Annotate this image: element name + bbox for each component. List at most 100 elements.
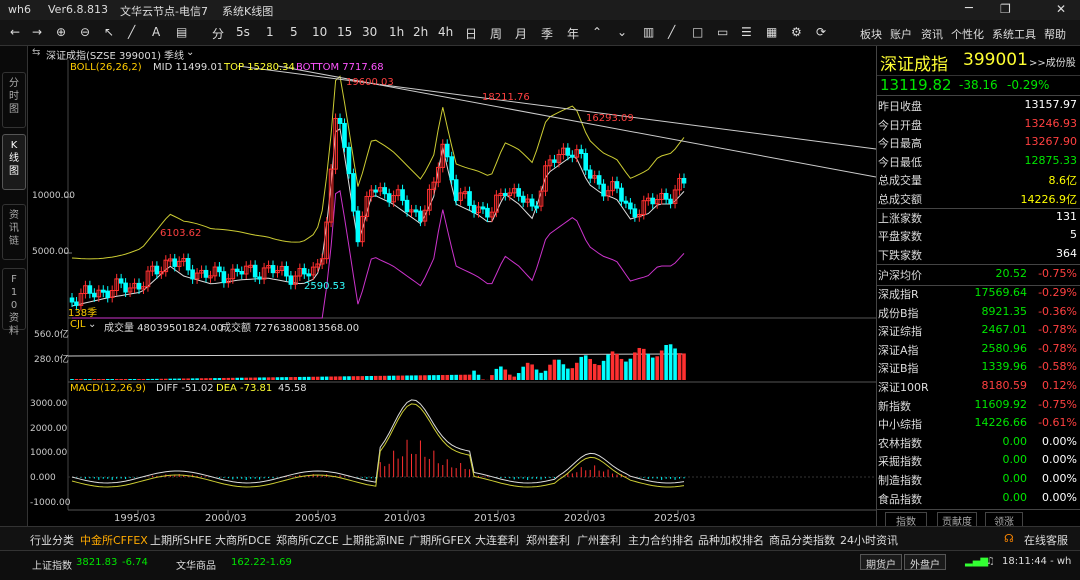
index-row[interactable]: 制造指数 0.00 0.00% bbox=[877, 470, 1080, 488]
draw-line-icon[interactable]: ╱ bbox=[128, 25, 135, 39]
menu-system-tools[interactable]: 系统工具 bbox=[992, 26, 1036, 42]
index-row[interactable]: 成份B指 8921.35 -0.36% bbox=[877, 303, 1080, 321]
menu-account[interactable]: 账户 bbox=[890, 26, 912, 42]
volume-bar bbox=[664, 344, 668, 380]
line-chart-icon[interactable]: ╱ bbox=[668, 25, 675, 39]
index-row-pct: -0.29% bbox=[1038, 286, 1077, 299]
kline-chart-svg[interactable] bbox=[28, 46, 877, 526]
minimize-icon[interactable]: ─ bbox=[965, 1, 973, 16]
list-icon[interactable]: ☰ bbox=[741, 25, 752, 39]
tab-shfe[interactable]: 上期所SHFE bbox=[150, 532, 212, 548]
bell-icon[interactable]: ♫ bbox=[986, 556, 995, 567]
restore-icon[interactable]: ❐ bbox=[1000, 2, 1011, 16]
futures-account-button[interactable]: 期货户 bbox=[860, 554, 902, 571]
tab-weighted-rank[interactable]: 品种加权排名 bbox=[698, 532, 764, 548]
period-1-button[interactable]: 1 bbox=[266, 25, 274, 39]
index-row-pct: -0.78% bbox=[1038, 341, 1077, 355]
tab-guangzhou-arb[interactable]: 广州套利 bbox=[577, 532, 621, 548]
foreign-account-button[interactable]: 外盘户 bbox=[904, 554, 946, 571]
tab-main-contract-rank[interactable]: 主力合约排名 bbox=[628, 532, 694, 548]
period-5-button[interactable]: 5 bbox=[290, 25, 298, 39]
volume-bar bbox=[641, 348, 646, 380]
tab-news-chain[interactable]: 资讯链 bbox=[2, 204, 26, 260]
chart-area[interactable]: ⇆ 深证成指(SZSE 399001) 季线 ⌄ BOLL(26,26,2) M… bbox=[28, 46, 877, 526]
period-quarter-button[interactable]: 季 bbox=[541, 25, 553, 42]
index-row[interactable]: 深证A指 2580.96 -0.78% bbox=[877, 340, 1080, 358]
tab-cffex[interactable]: 中金所CFFEX bbox=[80, 532, 148, 548]
index-row[interactable]: 沪深均价 20.52 -0.75% bbox=[877, 265, 1080, 283]
text-tool-icon[interactable]: A bbox=[152, 25, 160, 39]
index-row[interactable]: 中小综指 14226.66 -0.61% bbox=[877, 414, 1080, 432]
index-row[interactable]: 采掘指数 0.00 0.00% bbox=[877, 451, 1080, 469]
tab-timeshare[interactable]: 分时图 bbox=[2, 72, 26, 128]
zoom-in-icon[interactable]: ⊕ bbox=[56, 25, 66, 39]
back-icon[interactable]: ← bbox=[10, 25, 20, 39]
chevron-down-icon[interactable]: ⌄ bbox=[617, 25, 627, 39]
zoom-out-icon[interactable]: ⊖ bbox=[80, 25, 90, 39]
constituents-link[interactable]: >>成份股 bbox=[1029, 54, 1076, 69]
chevron-up-icon[interactable]: ⌃ bbox=[592, 25, 602, 39]
period-30-button[interactable]: 30 bbox=[362, 25, 377, 39]
period-15-button[interactable]: 15 bbox=[337, 25, 352, 39]
menu-news[interactable]: 资讯 bbox=[921, 26, 943, 42]
tab-gfex[interactable]: 广期所GFEX bbox=[409, 532, 471, 548]
vol-dropdown-icon[interactable]: ⌄ bbox=[88, 319, 96, 330]
volume-bar bbox=[333, 376, 338, 380]
headset-icon[interactable]: ☊ bbox=[1004, 532, 1014, 545]
period-day-button[interactable]: 日 bbox=[465, 25, 477, 42]
menu-personalize[interactable]: 个性化 bbox=[951, 26, 984, 42]
rectangle-icon[interactable]: □ bbox=[692, 25, 703, 39]
refresh-icon[interactable]: ⟳ bbox=[816, 25, 826, 39]
layout-icon[interactable]: ▭ bbox=[717, 25, 728, 39]
stats-icon[interactable]: ▤ bbox=[176, 25, 187, 39]
period-10-button[interactable]: 10 bbox=[312, 25, 327, 39]
tab-24h-news[interactable]: 24小时资讯 bbox=[840, 532, 898, 548]
cursor-icon[interactable]: ↖ bbox=[104, 25, 114, 39]
index-row[interactable]: 深证100R 8180.59 0.12% bbox=[877, 377, 1080, 395]
chart-period[interactable]: 季线 bbox=[164, 47, 184, 62]
tick-period-button[interactable]: 分 bbox=[212, 25, 224, 42]
candlestick-icon[interactable]: ▥ bbox=[643, 25, 654, 39]
online-service-button[interactable]: 在线客服 bbox=[1024, 532, 1068, 548]
period-week-button[interactable]: 周 bbox=[490, 25, 502, 42]
tab-zhengzhou-arb[interactable]: 郑州套利 bbox=[526, 532, 570, 548]
period-month-button[interactable]: 月 bbox=[515, 25, 527, 42]
chart-instrument-arrow-icon[interactable]: ⇆ bbox=[32, 47, 40, 58]
forward-icon[interactable]: → bbox=[32, 25, 42, 39]
volume-bar bbox=[668, 344, 673, 380]
boll-name[interactable]: BOLL(26,26,2) bbox=[70, 62, 142, 73]
period-2h-button[interactable]: 2h bbox=[413, 25, 428, 39]
tab-kline[interactable]: K线图 bbox=[2, 134, 26, 190]
period-4h-button[interactable]: 4h bbox=[438, 25, 453, 39]
settings-icon[interactable]: ⚙ bbox=[791, 25, 802, 39]
period-year-button[interactable]: 年 bbox=[567, 25, 579, 42]
index-row[interactable]: 深证B指 1339.96 -0.58% bbox=[877, 358, 1080, 376]
tab-dalian-arb[interactable]: 大连套利 bbox=[475, 532, 519, 548]
menu-sector[interactable]: 板块 bbox=[860, 26, 882, 42]
index-row[interactable]: 农林指数 0.00 0.00% bbox=[877, 433, 1080, 451]
tab-commodity-index[interactable]: 商品分类指数 bbox=[769, 532, 835, 548]
chart-period-dropdown-icon[interactable]: ⌄ bbox=[186, 47, 194, 58]
period-5s-button[interactable]: 5s bbox=[236, 25, 250, 39]
volume-bar bbox=[463, 374, 467, 380]
tab-czce[interactable]: 郑商所CZCE bbox=[276, 532, 339, 548]
chart-instrument[interactable]: 深证成指(SZSE 399001) bbox=[46, 47, 161, 62]
quote-panel: 深证成指 399001 >>成份股 13119.82 -38.16 -0.29%… bbox=[876, 46, 1080, 529]
period-1h-button[interactable]: 1h bbox=[389, 25, 404, 39]
tab-f10[interactable]: F10资料 bbox=[2, 268, 26, 337]
volume-bar bbox=[427, 375, 432, 380]
tab-industry[interactable]: 行业分类 bbox=[30, 532, 74, 548]
index-row[interactable]: 新指数 11609.92 -0.75% bbox=[877, 396, 1080, 414]
grid-icon[interactable]: ▦ bbox=[766, 25, 777, 39]
index-row[interactable]: 深证综指 2467.01 -0.78% bbox=[877, 321, 1080, 339]
macd-name[interactable]: MACD(12,26,9) bbox=[70, 383, 146, 394]
close-icon[interactable]: ✕ bbox=[1056, 2, 1066, 16]
vol-name[interactable]: CJL bbox=[70, 319, 86, 330]
tab-ine[interactable]: 上期能源INE bbox=[342, 532, 404, 548]
index-row[interactable]: 深成指R 17569.64 -0.29% bbox=[877, 284, 1080, 302]
menu-help[interactable]: 帮助 bbox=[1044, 26, 1066, 42]
tab-dce[interactable]: 大商所DCE bbox=[215, 532, 271, 548]
volume-bar bbox=[552, 359, 557, 380]
candle-body bbox=[583, 153, 589, 171]
index-row[interactable]: 食品指数 0.00 0.00% bbox=[877, 489, 1080, 507]
